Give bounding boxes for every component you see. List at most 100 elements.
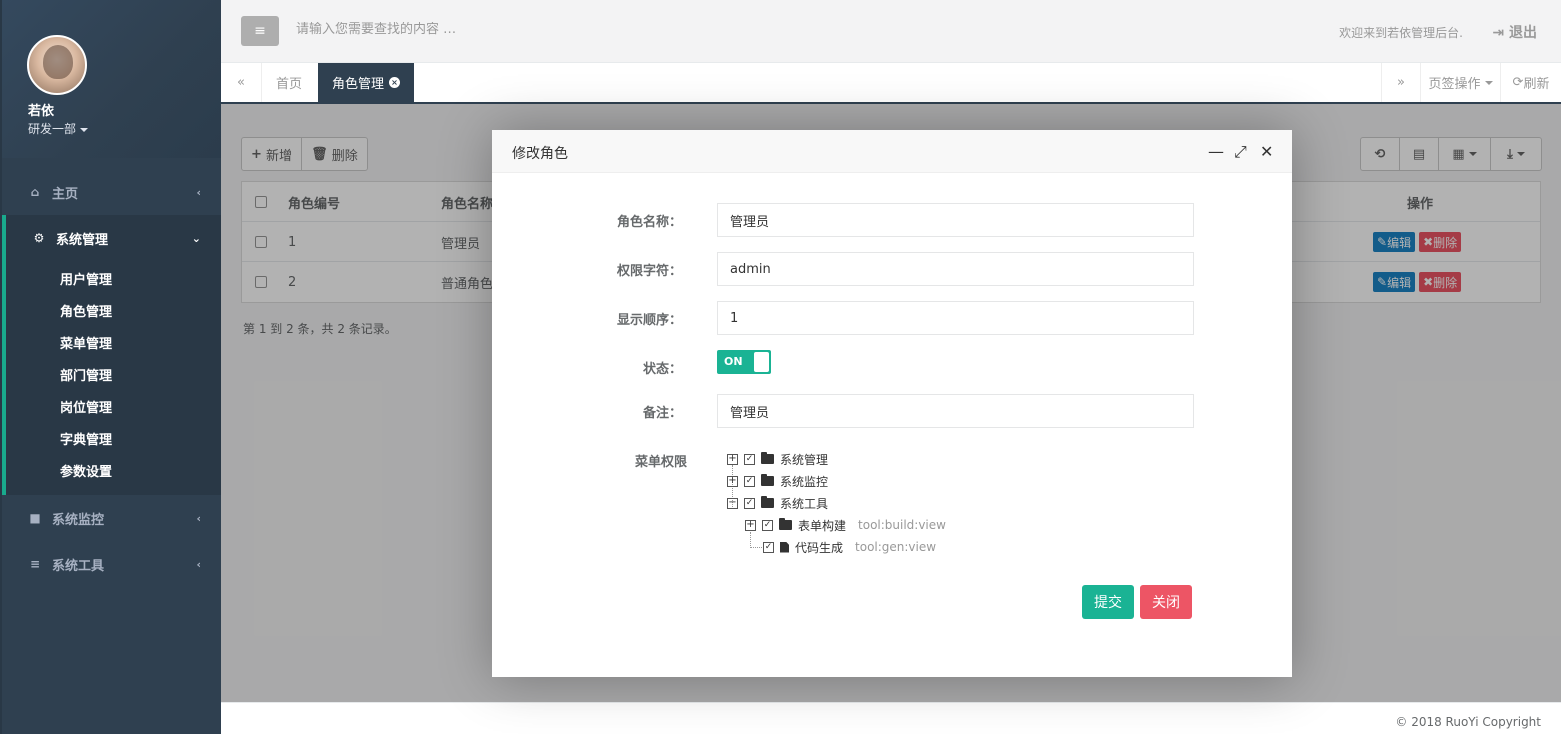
search-input[interactable] [296, 22, 696, 37]
tree-node-monitor[interactable]: + ✓ 系统监控 [727, 472, 828, 490]
tree-node-system[interactable]: + ✓ 系统管理 [727, 450, 828, 468]
sidebar-item-tools[interactable]: ≡ 系统工具 ‹ [2, 541, 221, 587]
status-label: 状态： [642, 362, 682, 377]
refresh-button[interactable]: ⟳ 刷新 [1501, 63, 1561, 102]
top-navbar: ≡ 欢迎来到若依管理后台. ⇥ 退出 [221, 0, 1561, 63]
dialog-title: 修改角色 [512, 146, 568, 162]
checkbox-checked-icon[interactable]: ✓ [744, 475, 755, 487]
dialog-header[interactable]: 修改角色 — ⤢ ✕ [492, 130, 1292, 173]
sidebar-item-label: 系统管理 [56, 232, 109, 248]
role-name-input[interactable]: 管理员 [717, 203, 1194, 237]
submenu-item-dept[interactable]: 部门管理 [60, 365, 112, 384]
caret-down-icon [1484, 80, 1493, 85]
caret-down-icon [80, 127, 89, 132]
sidebar-item-home[interactable]: ⌂ 主页 ‹ [2, 169, 221, 215]
folder-open-icon [761, 496, 774, 508]
double-right-icon: » [1397, 75, 1405, 90]
sidebar-item-label: 系统工具 [52, 558, 105, 574]
tree-node-permission: tool:gen:view [855, 540, 937, 554]
close-button[interactable]: 关闭 [1140, 585, 1192, 619]
profile-panel: 若依 研发一部 [2, 0, 221, 158]
remark-label: 备注： [642, 406, 682, 421]
profile-name: 若依 [28, 104, 55, 119]
checkbox-checked-icon[interactable]: ✓ [763, 541, 774, 553]
close-icon[interactable]: ✕ [1260, 142, 1273, 161]
menu-permission-label: 菜单权限 [634, 455, 687, 470]
tab-scroll-left-button[interactable]: « [221, 63, 262, 102]
role-name-label: 角色名称： [616, 215, 682, 230]
tab-ops-label: 页签操作 [1428, 77, 1481, 92]
tree-node-label: 系统管理 [780, 452, 829, 467]
sign-out-icon: ⇥ [1492, 25, 1509, 41]
role-key-input[interactable]: admin [717, 252, 1194, 286]
expand-plus-icon[interactable]: + [727, 453, 738, 465]
checkbox-checked-icon[interactable]: ✓ [744, 453, 755, 465]
tree-node-label: 代码生成 [795, 540, 844, 555]
copyright-text: © 2018 RuoYi Copyright [1395, 715, 1541, 729]
chevron-down-icon: ⌄ [191, 231, 201, 245]
tree-node-tools[interactable]: − ✓ 系统工具 [727, 494, 828, 512]
profile-dept-dropdown[interactable]: 研发一部 [28, 120, 89, 137]
toggle-knob [754, 352, 769, 372]
sidebar: 若依 研发一部 ⌂ 主页 ‹ ⚙ 系统管理 ⌄ 用户管理 角色管理 菜单管理 部… [0, 0, 221, 734]
gear-icon: ⚙ [33, 231, 45, 245]
minimize-icon[interactable]: — [1208, 142, 1224, 161]
file-icon [780, 541, 789, 553]
avatar[interactable] [27, 35, 87, 95]
tab-label: 角色管理 [332, 77, 385, 92]
footer: © 2018 RuoYi Copyright [221, 702, 1561, 734]
logout-label: 退出 [1509, 25, 1537, 41]
welcome-text: 欢迎来到若依管理后台. [1339, 26, 1463, 40]
tabs-bar: « 首页 角色管理 × » 页签操作 ⟳ 刷新 [221, 63, 1561, 104]
sidebar-item-system[interactable]: ⚙ 系统管理 ⌄ [2, 215, 221, 261]
tree-line [750, 547, 762, 548]
bars-icon: ≡ [29, 557, 41, 571]
role-key-label: 权限字符： [616, 264, 682, 279]
submit-button[interactable]: 提交 [1082, 585, 1134, 619]
submenu-item-dict[interactable]: 字典管理 [60, 429, 112, 448]
checkbox-checked-icon[interactable]: ✓ [744, 497, 755, 509]
tab-operations-dropdown[interactable]: 页签操作 [1421, 63, 1501, 102]
sidebar-item-label: 主页 [52, 186, 79, 202]
sort-input[interactable]: 1 [717, 301, 1194, 335]
chevron-left-icon: ‹ [196, 557, 201, 571]
sort-label: 显示顺序： [616, 313, 682, 328]
tab-role-management[interactable]: 角色管理 × [318, 63, 415, 102]
checkbox-checked-icon[interactable]: ✓ [762, 519, 773, 531]
maximize-icon[interactable]: ⤢ [1234, 142, 1247, 162]
tree-node-label: 表单构建 [798, 518, 847, 533]
status-toggle[interactable]: ON [717, 350, 771, 374]
bars-icon: ≡ [254, 23, 266, 39]
submenu-item-role[interactable]: 角色管理 [60, 301, 112, 320]
refresh-icon: ⟳ [1512, 75, 1524, 90]
submenu-item-menu[interactable]: 菜单管理 [60, 333, 112, 352]
collapse-minus-icon[interactable]: − [727, 497, 738, 509]
home-icon: ⌂ [30, 185, 40, 199]
sidebar-item-monitor[interactable]: ■ 系统监控 ‹ [2, 495, 221, 541]
expand-plus-icon[interactable]: + [745, 519, 756, 531]
tab-home[interactable]: 首页 [262, 63, 316, 102]
tree-node-code-gen[interactable]: ✓ 代码生成 tool:gen:view [763, 538, 936, 556]
status-toggle-text: ON [724, 355, 743, 368]
submenu-item-config[interactable]: 参数设置 [60, 461, 112, 480]
tab-scroll-right-button[interactable]: » [1381, 63, 1421, 102]
tree-line [750, 532, 751, 548]
menu-toggle-button[interactable]: ≡ [241, 16, 279, 46]
submenu-item-post[interactable]: 岗位管理 [60, 397, 112, 416]
folder-icon [779, 518, 792, 530]
submenu-item-user[interactable]: 用户管理 [60, 269, 112, 288]
edit-role-dialog: 修改角色 — ⤢ ✕ 角色名称： 管理员 权限字符： admin 显示顺序： 1… [492, 130, 1292, 677]
chevron-left-icon: ‹ [196, 185, 201, 199]
tab-label: 首页 [276, 77, 303, 92]
tree-node-permission: tool:build:view [858, 518, 946, 532]
close-icon[interactable]: × [389, 77, 401, 88]
double-left-icon: « [237, 75, 245, 90]
tree-node-form-build[interactable]: + ✓ 表单构建 tool:build:view [745, 516, 946, 534]
tree-node-label: 系统工具 [780, 496, 829, 511]
logout-link[interactable]: ⇥ 退出 [1492, 22, 1537, 42]
expand-plus-icon[interactable]: + [727, 475, 738, 487]
remark-input[interactable]: 管理员 [717, 394, 1194, 428]
folder-icon [761, 474, 774, 486]
sidebar-item-label: 系统监控 [52, 512, 105, 528]
profile-dept-label: 研发一部 [28, 122, 77, 136]
